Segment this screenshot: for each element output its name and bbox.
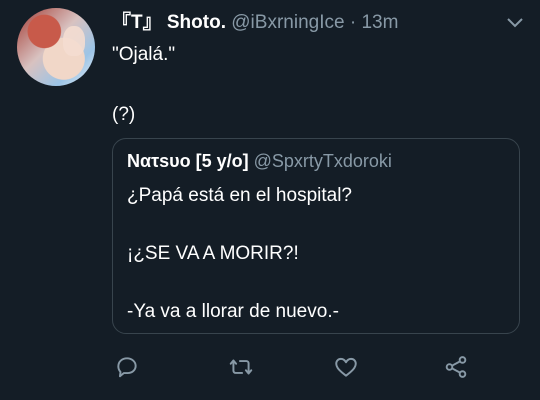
- tweet-text-line: (?): [112, 104, 136, 125]
- timestamp[interactable]: 13m: [361, 12, 398, 33]
- heart-icon[interactable]: [333, 354, 363, 384]
- quoted-text-line: -Ya va a llorar de nuevo.-: [127, 301, 339, 322]
- tweet-header: 『T』 Shoto. @iBxrningIce · 13m: [112, 10, 398, 36]
- avatar[interactable]: [17, 8, 95, 86]
- separator: ·: [349, 12, 357, 33]
- user-handle[interactable]: @iBxrningIce: [231, 12, 344, 33]
- quoted-display-name: Nατsυο [5 y/o]: [127, 151, 249, 171]
- quoted-text-line: ¡¿SE VA A MORIR?!: [127, 243, 299, 264]
- retweet-icon[interactable]: [228, 354, 258, 384]
- action-bar: [0, 354, 540, 388]
- chevron-down-icon[interactable]: [506, 16, 524, 30]
- share-icon[interactable]: [443, 354, 473, 384]
- display-name[interactable]: 『T』 Shoto.: [112, 12, 226, 33]
- tweet-text-line: "Ojalá.": [112, 44, 176, 65]
- quoted-header: Nατsυο [5 y/o] @SpxrtyTxdoroki: [127, 151, 392, 172]
- quoted-text-line: ¿Papá está en el hospital?: [127, 185, 352, 206]
- reply-icon[interactable]: [114, 354, 144, 384]
- quoted-tweet[interactable]: Nατsυο [5 y/o] @SpxrtyTxdoroki ¿Papá est…: [112, 138, 520, 334]
- quoted-handle: @SpxrtyTxdoroki: [253, 151, 392, 171]
